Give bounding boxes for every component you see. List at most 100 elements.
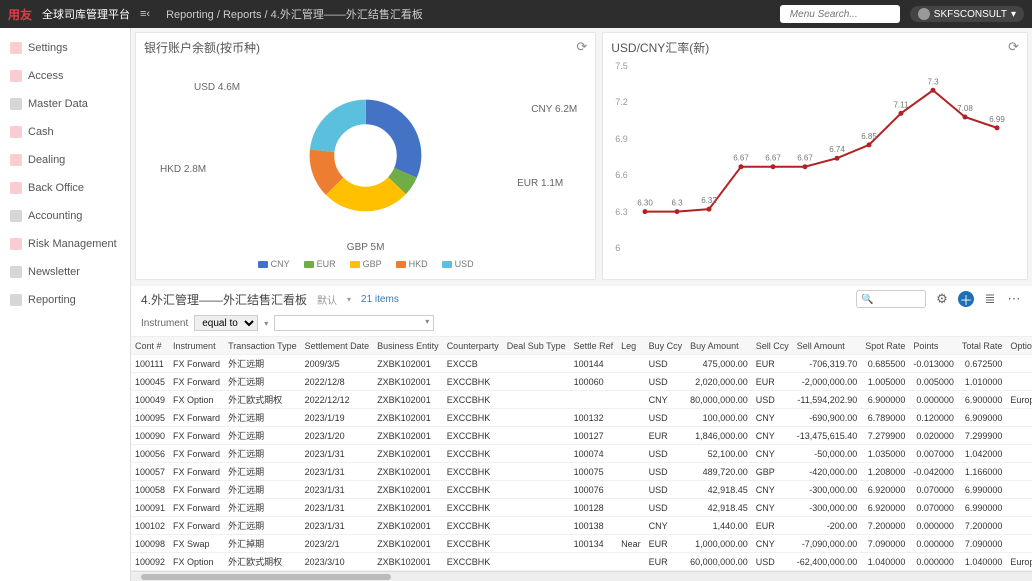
column-header[interactable]: Counterparty [443,337,503,355]
svg-text:7.08: 7.08 [957,104,973,113]
table-row[interactable]: 100049FX Option外汇欧式期权2022/12/12ZXBK10200… [131,391,1032,409]
chevron-down-icon: ▾ [264,319,268,328]
back-office-icon [10,182,22,194]
column-header[interactable]: Sell Amount [793,337,862,355]
report-mode[interactable]: 默认 [317,292,337,307]
column-header[interactable]: Settle Ref [570,337,618,355]
refresh-icon[interactable]: ⟳ [576,39,587,55]
table-row[interactable]: 100058FX Forward外汇远期2023/1/31ZXBK102001E… [131,481,1032,499]
donut-label-gbp: GBP 5M [347,242,385,253]
user-menu[interactable]: SKFSCONSULT ▾ [910,6,1024,22]
filter-value-combo[interactable] [274,315,434,331]
sidebar-item-label: Access [28,70,63,82]
more-actions-icon[interactable]: ⋯ [1006,291,1022,307]
sidebar-item-newsletter[interactable]: Newsletter [0,258,130,286]
table-row[interactable]: 100092FX Option外汇欧式期权2023/3/10ZXBK102001… [131,553,1032,571]
sidebar-item-label: Accounting [28,210,82,222]
svg-text:6.32: 6.32 [701,196,717,205]
table-row[interactable]: 100095FX Forward外汇远期2023/1/19ZXBK102001E… [131,409,1032,427]
column-header[interactable]: Deal Sub Type [503,337,570,355]
donut-label-usd: USD 4.6M [194,82,240,93]
svg-text:6.74: 6.74 [829,145,845,154]
panel-title: 银行账户余额(按币种) [144,39,587,56]
list-view-icon[interactable]: ≣ [982,291,998,307]
global-search[interactable] [780,5,900,23]
svg-text:6.99: 6.99 [989,115,1005,124]
master-data-icon [10,98,22,110]
table-row[interactable]: 100091FX Forward外汇远期2023/1/31ZXBK102001E… [131,499,1032,517]
sidebar-item-label: Cash [28,126,54,138]
svg-text:6.3: 6.3 [672,199,684,208]
brand-logo: 用友 [8,6,32,23]
sidebar-item-label: Newsletter [28,266,80,278]
donut-label-cny: CNY 6.2M [531,104,577,115]
settings-gear-icon[interactable]: ⚙ [934,291,950,307]
table-row[interactable]: 100111FX Forward外汇远期2009/3/5ZXBK102001EX… [131,355,1032,373]
sidebar-item-label: Settings [28,42,68,54]
refresh-icon[interactable]: ⟳ [1008,39,1019,55]
cash-icon [10,126,22,138]
svg-text:7.3: 7.3 [928,77,940,86]
table-row[interactable]: 100090FX Forward外汇远期2023/1/20ZXBK102001E… [131,427,1032,445]
svg-text:7.11: 7.11 [894,100,910,109]
column-header[interactable]: Settlement Date [301,337,374,355]
sidebar-item-settings[interactable]: Settings [0,34,130,62]
column-header[interactable]: Sell Ccy [752,337,793,355]
sidebar-item-dealing[interactable]: Dealing [0,146,130,174]
table-row[interactable]: 100102FX Forward外汇远期2023/1/31ZXBK102001E… [131,517,1032,535]
column-header[interactable]: Instrument [169,337,224,355]
table-row[interactable]: 100045FX Forward外汇远期2022/12/8ZXBK102001E… [131,373,1032,391]
column-header[interactable]: Business Entity [373,337,443,355]
report-header: 4.外汇管理——外汇结售汇看板 默认 ▾ 21 items ⚙ ＋ ≣ ⋯ [131,280,1032,312]
add-button[interactable]: ＋ [958,291,974,307]
sidebar-item-label: Master Data [28,98,88,110]
sidebar: Settings Access Master Data Cash Dealing… [0,28,131,581]
column-header[interactable]: Leg [617,337,645,355]
horizontal-scrollbar[interactable] [131,571,1032,581]
access-icon [10,70,22,82]
report-item-count: 21 items [361,294,399,305]
menu-toggle-icon[interactable]: ≡‹ [140,8,150,20]
sidebar-item-accounting[interactable]: Accounting [0,202,130,230]
sidebar-item-label: Dealing [28,154,65,166]
donut-legend: CNY EUR GBP HKD USD [144,255,587,273]
avatar-icon [918,8,930,20]
sidebar-item-label: Reporting [28,294,76,306]
report-search-input[interactable] [856,290,926,308]
sidebar-item-access[interactable]: Access [0,62,130,90]
report-table[interactable]: Cont #InstrumentTransaction TypeSettleme… [131,337,1032,571]
sidebar-item-label: Risk Management [28,238,117,250]
column-header[interactable]: Buy Amount [686,337,752,355]
sidebar-item-back-office[interactable]: Back Office [0,174,130,202]
chevron-down-icon[interactable]: ▾ [347,295,351,304]
dealing-icon [10,154,22,166]
svg-text:6.67: 6.67 [765,154,781,163]
global-search-input[interactable] [790,9,890,20]
column-header[interactable]: Option Style [1006,337,1032,355]
sidebar-item-risk-management[interactable]: Risk Management [0,230,130,258]
filter-operator-select[interactable]: equal to [194,315,258,331]
column-header[interactable]: Total Rate [958,337,1007,355]
svg-text:6.67: 6.67 [733,154,749,163]
table-row[interactable]: 100056FX Forward外汇远期2023/1/31ZXBK102001E… [131,445,1032,463]
column-header[interactable]: Buy Ccy [645,337,687,355]
table-row[interactable]: 100098FX Swap外汇掉期2023/2/1ZXBK102001EXCCB… [131,535,1032,553]
sidebar-item-master-data[interactable]: Master Data [0,90,130,118]
column-header[interactable]: Points [909,337,958,355]
column-header[interactable]: Transaction Type [224,337,301,355]
table-row[interactable]: 100057FX Forward外汇远期2023/1/31ZXBK102001E… [131,463,1032,481]
line-chart: 66.36.66.97.27.56.306.36.326.676.676.676… [611,56,1019,273]
scroll-thumb[interactable] [141,574,391,580]
svg-text:6.85: 6.85 [861,132,877,141]
user-name-label: SKFSCONSULT [934,9,1007,20]
report-title: 4.外汇管理——外汇结售汇看板 [141,291,307,308]
column-header[interactable]: Cont # [131,337,169,355]
sidebar-item-reporting[interactable]: Reporting [0,286,130,314]
newsletter-icon [10,266,22,278]
balance-by-currency-panel: 银行账户余额(按币种) ⟳ CNY 6.2M EUR 1.1M [135,32,596,280]
donut-label-hkd: HKD 2.8M [160,164,206,175]
column-header[interactable]: Spot Rate [861,337,909,355]
chevron-down-icon: ▾ [1011,9,1016,20]
donut-chart [308,98,423,213]
sidebar-item-cash[interactable]: Cash [0,118,130,146]
